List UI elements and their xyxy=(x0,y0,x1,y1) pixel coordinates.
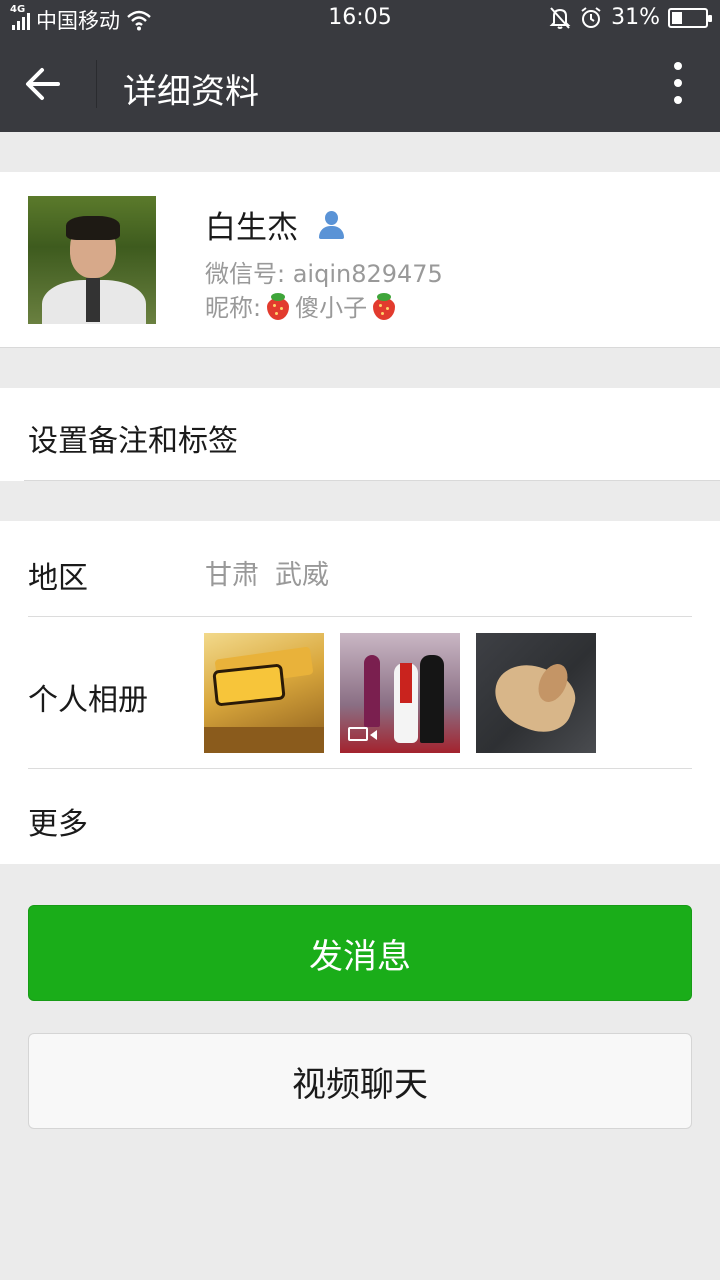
video-chat-button[interactable]: 视频聊天 xyxy=(28,1033,692,1129)
wechat-id: 微信号: aiqin829475 xyxy=(205,260,443,288)
album-label: 个人相册 xyxy=(28,683,148,718)
back-arrow-icon xyxy=(26,68,60,100)
strawberry-icon xyxy=(265,292,291,320)
album-video[interactable] xyxy=(340,633,460,753)
set-remark-and-tags-row[interactable]: 设置备注和标签 xyxy=(0,388,720,481)
album-row[interactable]: 个人相册 xyxy=(0,617,720,769)
more-dot-icon xyxy=(674,79,682,87)
alarm-icon xyxy=(581,6,601,28)
region-value: 甘肃 武威 xyxy=(205,553,329,592)
back-button[interactable] xyxy=(22,60,78,108)
send-message-button[interactable]: 发消息 xyxy=(28,905,692,1001)
contact-person-icon xyxy=(316,210,346,240)
region-row: 地区 甘肃 武威 xyxy=(0,521,720,617)
title-bar: 详细资料 xyxy=(0,36,720,132)
mute-bell-icon xyxy=(549,6,571,29)
more-label: 更多 xyxy=(28,807,88,842)
contact-name: 白生杰 xyxy=(205,210,298,246)
header-divider xyxy=(96,60,97,108)
nickname-row: 昵称: 傻小子 xyxy=(205,288,397,323)
name-row: 白生杰 xyxy=(205,202,346,247)
avatar[interactable] xyxy=(28,196,156,324)
region-city: 武威 xyxy=(275,560,329,591)
more-dot-icon xyxy=(674,62,682,70)
more-dot-icon xyxy=(674,96,682,104)
more-options-button[interactable] xyxy=(666,62,690,108)
video-camera-icon xyxy=(348,727,377,741)
remark-label: 设置备注和标签 xyxy=(28,424,238,459)
divider xyxy=(24,480,720,481)
battery-fill xyxy=(672,11,682,24)
nickname: 傻小子 xyxy=(295,294,368,322)
album-photo[interactable] xyxy=(204,633,324,753)
region-label: 地区 xyxy=(28,561,88,596)
page-title: 详细资料 xyxy=(123,72,259,112)
status-bar: 4G 中国移动 16:05 31% xyxy=(0,0,720,36)
strawberry-icon xyxy=(371,292,397,320)
region-province: 甘肃 xyxy=(205,560,259,591)
album-thumbnails xyxy=(204,633,596,753)
status-right: 31% xyxy=(549,5,712,30)
more-row[interactable]: 更多 xyxy=(0,769,720,864)
profile-card: 白生杰 微信号: aiqin829475 昵称: 傻小子 xyxy=(0,172,720,348)
battery-percent: 31% xyxy=(611,5,660,30)
album-photo[interactable] xyxy=(476,633,596,753)
battery-icon xyxy=(668,7,712,28)
info-group: 地区 甘肃 武威 个人相册 更多 xyxy=(0,521,720,864)
nickname-label: 昵称: xyxy=(205,294,262,322)
